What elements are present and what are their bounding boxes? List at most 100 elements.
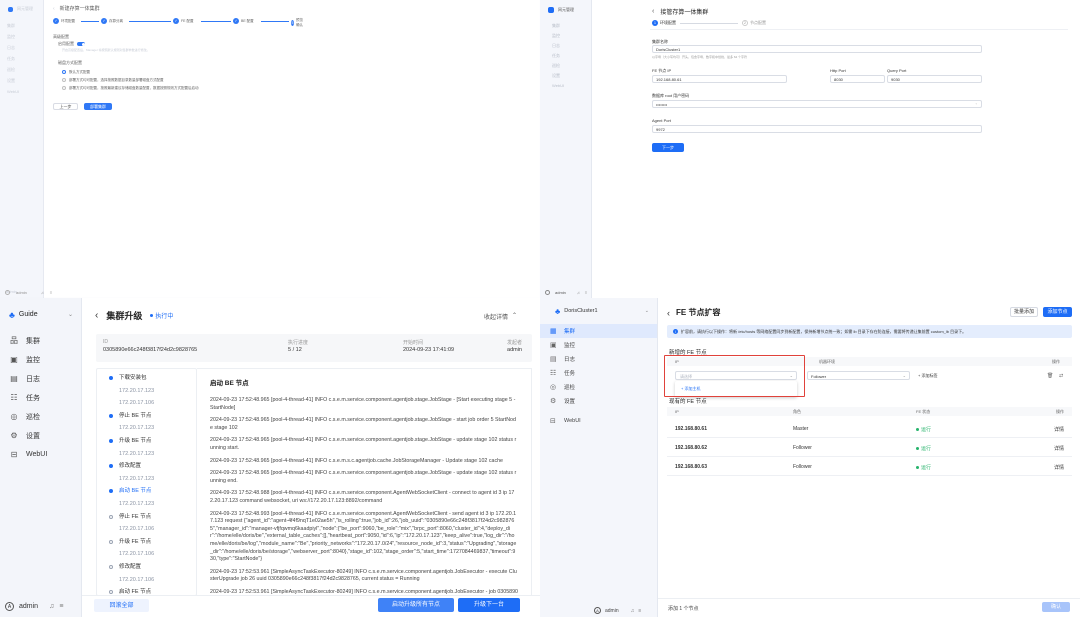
rollback-button[interactable]: 回滚全部 [94,599,149,612]
sidebar-item-6[interactable]: ⊟ WebUI [540,414,657,428]
sidebar-item[interactable]: 设置 [0,75,43,86]
role-select[interactable]: Follower ⌄ [807,371,910,380]
bell-icon[interactable]: ♫ [577,290,580,295]
chevron-down-icon[interactable]: ⌄ [645,308,649,314]
sidebar-item[interactable]: 任务 [0,53,43,64]
root-pwd-input[interactable]: •••••••• ◦ [652,100,982,108]
next-upgrade-button[interactable]: 升级下一台 [458,598,520,612]
step-node-ip[interactable]: 172.20.17.106 [97,548,196,561]
step-number-icon: ✓ [53,18,59,24]
back-icon[interactable]: ‹ [95,310,98,321]
sidebar-item-6[interactable]: ⊟ WebUI [0,445,81,464]
agent-port-input[interactable]: 9972 [652,125,982,133]
step-node-ip[interactable]: 172.20.17.106 [97,397,196,410]
add-node-button[interactable]: 添加节点 [1043,307,1072,317]
sidebar-item[interactable]: 日志 [540,41,591,51]
step-connector [261,21,289,22]
nav-label: 任务 [564,371,576,377]
sidebar-item[interactable]: 设置 [540,71,591,81]
sidebar-item-3[interactable]: ☷ 任务 [0,388,81,407]
cluster-name-input[interactable]: DorisCluster1 [652,45,982,53]
sidebar-item[interactable]: WebUI [540,81,591,91]
step-node-ip[interactable]: 172.20.17.123 [97,422,196,435]
sidebar-item-4[interactable]: ◎ 巡检 [540,380,657,394]
radio-option[interactable]: 默认方式配置 [62,68,199,76]
sidebar-item[interactable]: 巡检 [540,61,591,71]
sidebar-item[interactable]: 巡检 [0,64,43,75]
sidebar-item-0[interactable]: 品集群 [0,331,81,350]
step-item[interactable]: 修改配置 [97,460,196,473]
sidebar-item-1[interactable]: ▣ 监控 [0,350,81,369]
sidebar-item[interactable]: 监控 [0,31,43,42]
detail-link[interactable]: 详情 [1054,426,1064,433]
step-item[interactable]: 启动 BE 节点 [97,485,196,498]
sidebar-item[interactable]: WebUI [0,86,43,97]
menu-icon[interactable]: ≡ [638,608,641,614]
radio-option[interactable]: 部署方式均可配置，按照最新建议存储磁盘数量配置，数据按照规则方式配置后启动 [62,84,199,92]
add-tag-link[interactable]: + 添加标签 [918,373,937,379]
eye-icon[interactable]: ◦ [976,101,977,106]
radio-option[interactable]: 部署方式均可配置，选择按照数据目录数量部署磁盘方式配置 [62,76,199,84]
logo-icon [548,7,554,13]
sidebar-item-2[interactable]: ▤ 日志 [540,352,657,366]
step-item[interactable]: 升级 FE 节点 [97,536,196,549]
query-port-input[interactable]: 9030 [887,75,982,83]
step-item[interactable]: 升级 BE 节点 [97,435,196,448]
advanced-toggle[interactable] [77,42,85,46]
sidebar-item[interactable]: 日志 [0,42,43,53]
batch-add-button[interactable]: 批量添加 [1010,307,1038,317]
deploy-button[interactable]: 部署集群 [84,103,112,110]
sidebar-item[interactable]: 集群 [540,21,591,31]
delete-icon[interactable]: 🗑 [1047,373,1053,379]
detail-link[interactable]: 详情 [1054,464,1064,471]
sidebar-item-3[interactable]: ☷ 任务 [540,366,657,380]
step-item[interactable]: 停止 FE 节点 [97,511,196,524]
nav-label: 日志 [26,375,40,383]
table-row: 192.168.80.62 Follower 运行 详情 [667,438,1072,457]
back-icon[interactable]: ‹ [652,8,654,15]
menu-icon[interactable]: ≡ [50,290,52,295]
sidebar-item[interactable]: 任务 [540,51,591,61]
radio-label: 默认方式配置 [69,69,90,74]
chevron-down-icon[interactable]: ⌄ [68,311,73,318]
table-row: 192.168.80.63 Follower 运行 详情 [667,457,1072,476]
sidebar-item-5[interactable]: ⚙ 设置 [540,394,657,408]
bell-icon[interactable]: ♫ [631,608,635,614]
menu-icon[interactable]: ≡ [585,290,587,295]
collapse-details[interactable]: 收起详情 ⌃ [484,312,517,321]
step-node-ip[interactable]: 172.20.17.123 [97,498,196,511]
sidebar-item[interactable]: 集群 [0,20,43,31]
nav-icon: 品 [10,336,18,345]
confirm-button[interactable]: 确认 [1042,602,1070,612]
fe-ip-input[interactable]: 192.168.80.61 [652,75,787,83]
prev-button[interactable]: 上一步 [53,103,78,110]
step-item[interactable]: 修改配置 [97,561,196,574]
step-label: 节点配置 [750,20,766,25]
step-item[interactable]: 下载安装包 [97,372,196,385]
swap-icon[interactable]: ⇄ [1059,373,1063,379]
fe-scale-panel: ♣ DorisCluster1 ⌄ ▦ 集群 ▣ 监控 ▤ 日志 ☷ 任务 ◎ 巡检 ⚙ 设置 ⊟ Web… [540,298,1080,617]
step-node-ip[interactable]: 172.20.17.123 [97,473,196,486]
step-node-ip[interactable]: 172.20.17.123 [97,385,196,398]
sidebar-item-2[interactable]: ▤ 日志 [0,369,81,388]
nav-icon: ▤ [550,356,557,363]
back-icon[interactable]: ‹ [667,308,670,318]
http-port-input[interactable]: 8030 [830,75,885,83]
sidebar-item-0[interactable]: ▦ 集群 [540,324,657,338]
sidebar-item-4[interactable]: ◎ 巡检 [0,407,81,426]
bell-icon[interactable]: ♫ [41,290,44,295]
next-button[interactable]: 下一步 [652,143,684,152]
step-node-ip[interactable]: 172.20.17.106 [97,574,196,587]
sidebar-item-5[interactable]: ⚙ 设置 [0,426,81,445]
step-node-ip[interactable]: 172.20.17.123 [97,448,196,461]
step-item[interactable]: 停止 BE 节点 [97,410,196,423]
sidebar-item-1[interactable]: ▣ 监控 [540,338,657,352]
back-icon[interactable]: ‹ [53,6,55,12]
step-node-ip[interactable]: 172.20.17.106 [97,523,196,536]
detail-link[interactable]: 详情 [1054,445,1064,452]
cluster-name: DorisCluster1 [564,308,598,314]
sidebar-item[interactable]: 监控 [540,31,591,41]
menu-icon[interactable]: ≡ [59,603,63,610]
bell-icon[interactable]: ♫ [49,603,54,610]
start-all-button[interactable]: 启动升级所有节点 [378,598,454,612]
